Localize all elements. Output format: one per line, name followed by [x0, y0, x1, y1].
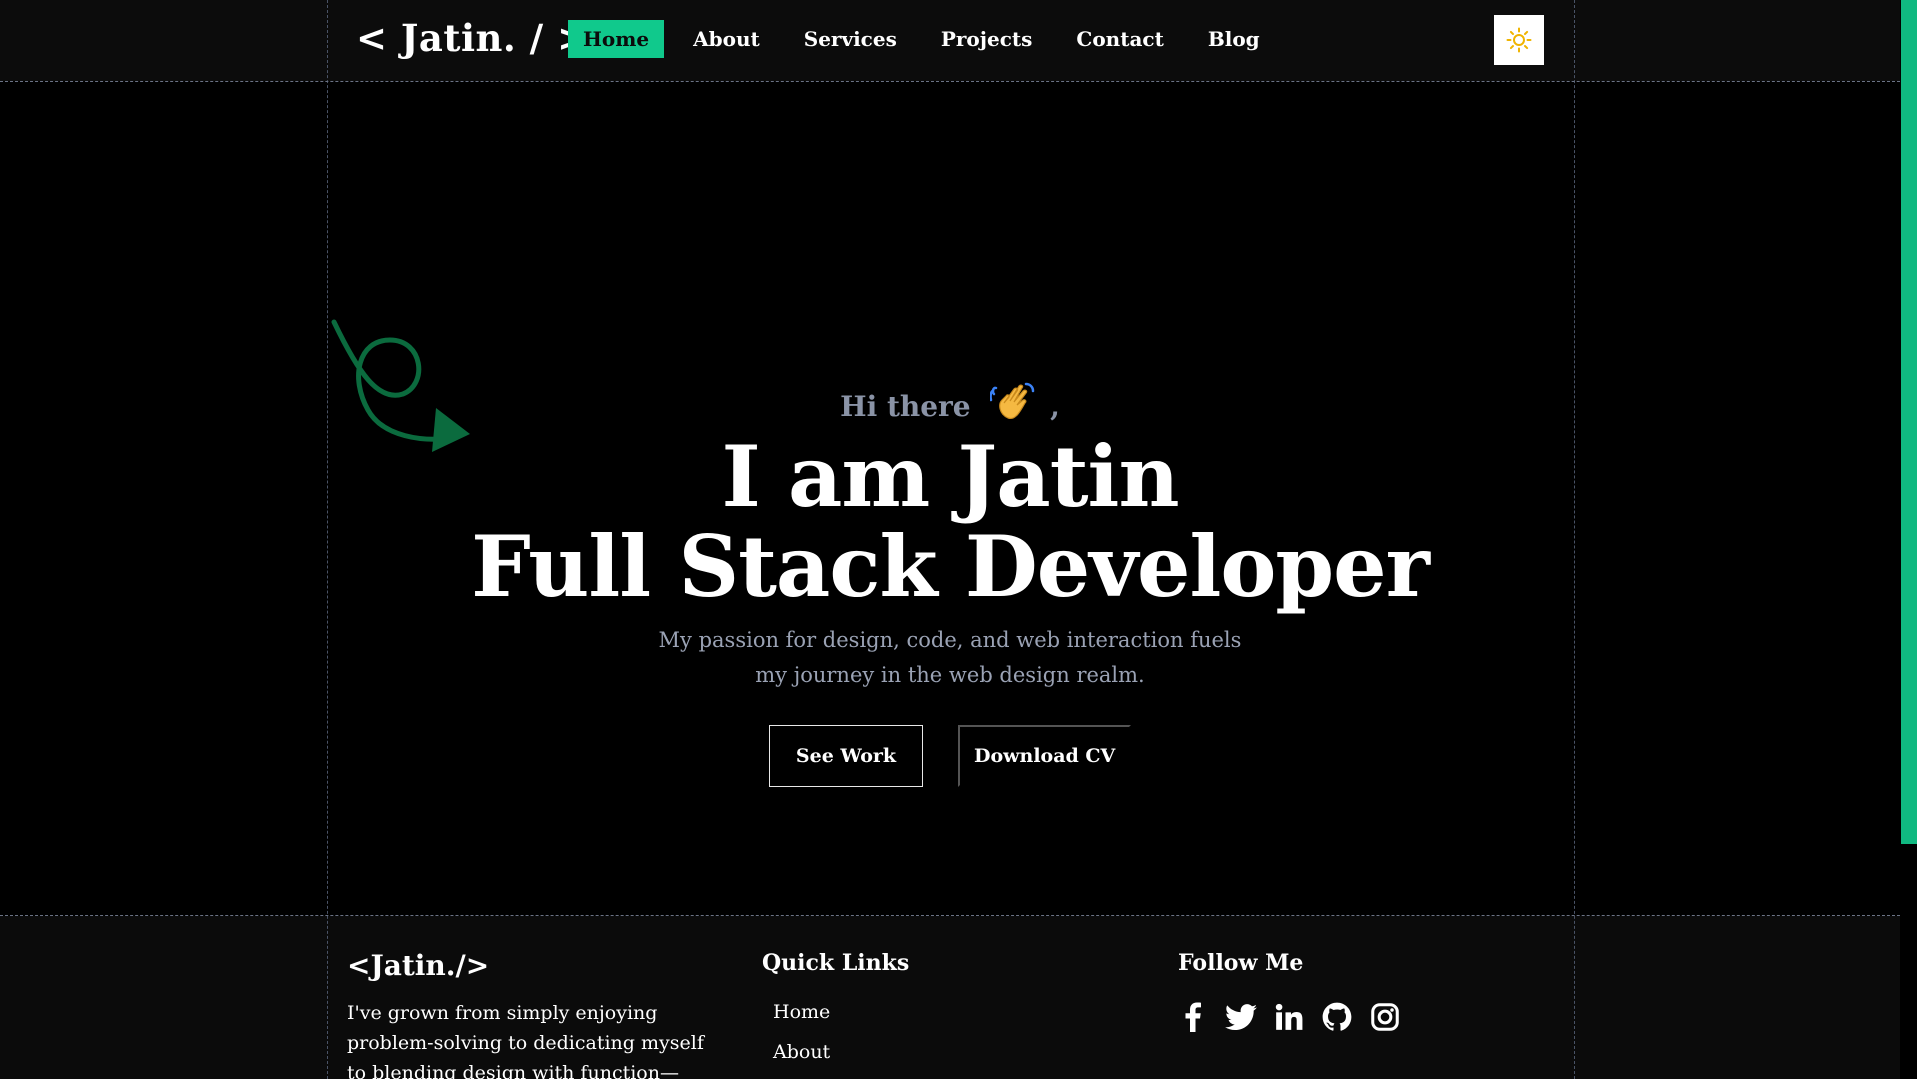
page-scrollbar[interactable]	[1901, 0, 1917, 1079]
hero-headline-name: I am Jatin	[721, 427, 1179, 526]
footer-divider	[0, 915, 1900, 916]
hero-subtext-line2: my journey in the web design realm.	[755, 663, 1145, 687]
nav-item-services[interactable]: Services	[789, 20, 912, 58]
header-divider	[0, 81, 1900, 82]
download-cv-button[interactable]: Download CV	[958, 725, 1132, 787]
site-header: < Jatin. / > Home About Services Project…	[0, 0, 1900, 81]
see-work-button[interactable]: See Work	[769, 725, 923, 787]
hero-greeting: Hi there ,	[0, 378, 1900, 429]
footer-description: I've grown from simply enjoying problem-…	[347, 1002, 704, 1079]
footer-link-home[interactable]: Home	[773, 1001, 830, 1023]
github-icon[interactable]	[1320, 1000, 1354, 1034]
greeting-comma: ,	[1050, 390, 1060, 423]
follow-me-heading: Follow Me	[1178, 950, 1304, 976]
nav-item-about[interactable]: About	[678, 20, 775, 58]
hero-headline-role: Full Stack Developer	[471, 517, 1430, 616]
guide-line-right	[1574, 0, 1575, 1079]
hero-section: Hi there , I am Jatin Full Stack Develop…	[0, 82, 1900, 914]
main-nav: Home About Services Projects Contact Blo…	[568, 20, 1289, 58]
greeting-text: Hi there	[840, 390, 971, 423]
site-logo[interactable]: < Jatin. / >	[356, 16, 589, 60]
portfolio-page: < Jatin. / > Home About Services Project…	[0, 0, 1917, 1079]
hero-subtext-line1: My passion for design, code, and web int…	[658, 628, 1242, 652]
footer-link-about[interactable]: About	[773, 1041, 830, 1063]
instagram-icon[interactable]	[1368, 1000, 1402, 1034]
waving-hand-icon	[989, 378, 1036, 429]
twitter-icon[interactable]	[1224, 1000, 1258, 1034]
nav-item-projects[interactable]: Projects	[926, 20, 1048, 58]
nav-item-blog[interactable]: Blog	[1193, 20, 1275, 58]
linkedin-icon[interactable]	[1272, 1000, 1306, 1034]
nav-item-contact[interactable]: Contact	[1061, 20, 1178, 58]
quick-links-heading: Quick Links	[762, 950, 910, 976]
guide-line-left	[327, 0, 328, 1079]
facebook-icon[interactable]	[1176, 1000, 1210, 1034]
social-links	[1176, 1000, 1416, 1034]
scrollbar-thumb[interactable]	[1901, 0, 1917, 844]
site-footer: <Jatin./> I've grown from simply enjoyin…	[0, 916, 1900, 1079]
sun-icon	[1506, 27, 1532, 53]
footer-logo: <Jatin./>	[347, 949, 490, 982]
nav-item-home[interactable]: Home	[568, 20, 665, 58]
theme-toggle-button[interactable]	[1494, 15, 1544, 65]
